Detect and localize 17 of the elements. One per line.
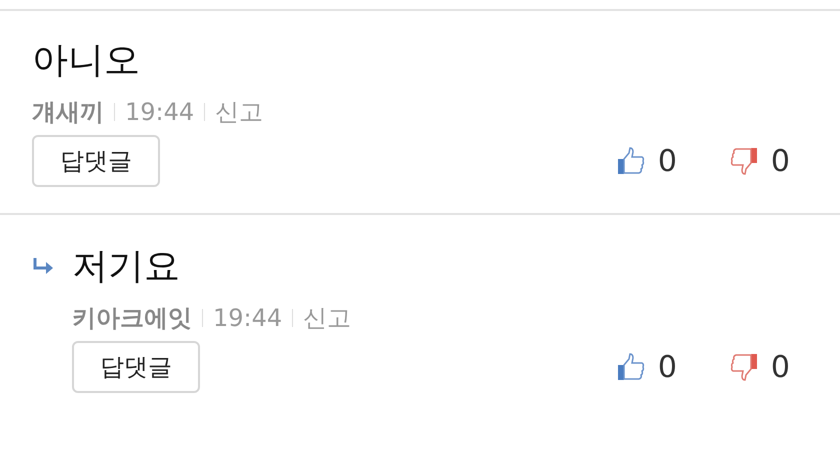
comment-text: 저기요	[72, 244, 180, 288]
comment-time: 19:44	[213, 304, 282, 332]
author-name: 키아크에잇	[72, 303, 192, 334]
comment-text: 아니오	[32, 38, 140, 82]
reply-arrow-icon	[32, 257, 54, 275]
reply-button[interactable]: 답댓글	[72, 341, 200, 393]
thumbs-up-icon[interactable]	[616, 146, 646, 176]
like-count: 0	[658, 350, 677, 384]
thumbs-down-icon[interactable]	[728, 146, 759, 176]
thumbs-up-icon[interactable]	[616, 352, 646, 382]
dislike-count: 0	[770, 350, 790, 384]
like-count: 0	[658, 144, 677, 178]
comment-time: 19:44	[125, 98, 194, 126]
dislike-count: 0	[770, 144, 790, 178]
author-name: 걔새끼	[32, 97, 104, 128]
reply-button[interactable]: 답댓글	[32, 135, 160, 187]
thumbs-down-icon[interactable]	[728, 352, 759, 382]
